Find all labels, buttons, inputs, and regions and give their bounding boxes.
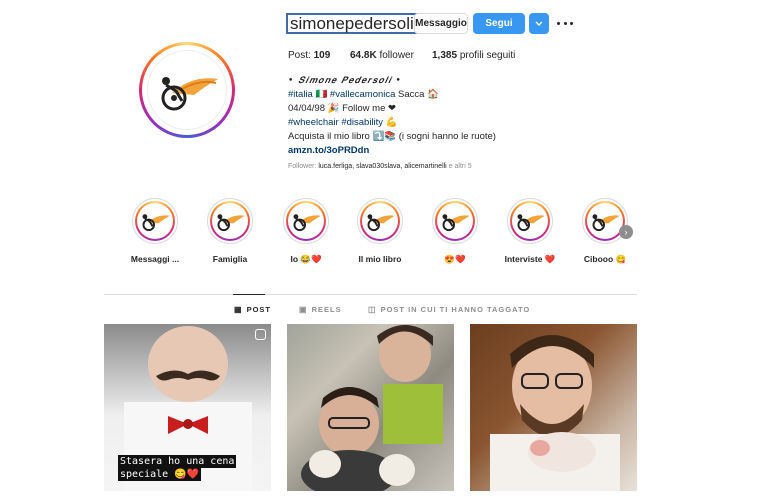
tagged-icon: ◫ xyxy=(368,305,377,314)
reel-icon xyxy=(255,329,266,340)
active-tab-indicator xyxy=(233,294,265,295)
post-thumbnail[interactable] xyxy=(287,324,454,491)
wheelchair-logo-icon xyxy=(442,214,470,232)
grid-icon: ▦ xyxy=(234,305,243,314)
tab-reels[interactable]: ▣ REELS xyxy=(299,305,342,314)
story-highlights: Messaggi ... Famiglia Io 😂❤️ Il mio libro 😍❤… xyxy=(120,198,640,270)
bio-location: Sacca 🏠 xyxy=(395,89,439,100)
highlight-label: Io 😂❤️ xyxy=(290,254,322,264)
wheelchair-logo-icon xyxy=(161,77,218,111)
post-caption: Stasera ho una cena speciale 😋❤️ xyxy=(118,455,237,481)
highlight-label: Interviste ❤️ xyxy=(504,254,556,264)
chevron-down-icon xyxy=(535,21,543,26)
post-thumbnail[interactable] xyxy=(470,324,637,491)
bio-hashtags-2[interactable]: #wheelchair #disability 💪 xyxy=(288,116,496,130)
followed-by[interactable]: Follower: luca.ferliga, slava030slava, a… xyxy=(288,163,472,170)
wheelchair-logo-icon xyxy=(592,214,620,232)
more-options-icon[interactable] xyxy=(557,16,573,30)
tabs-divider xyxy=(104,294,637,295)
post-photo xyxy=(301,325,443,491)
profile-avatar[interactable] xyxy=(139,42,235,138)
wheelchair-logo-icon xyxy=(293,214,321,232)
tab-posts[interactable]: ▦ POST xyxy=(234,305,271,314)
bio-hashtags[interactable]: #italia 🇮🇹 #vallecamonica xyxy=(288,89,395,100)
message-button[interactable]: Messaggio xyxy=(414,13,468,34)
highlight-label: Il mio libro xyxy=(358,254,402,264)
highlight-label: Cibooo 😋 xyxy=(583,254,627,264)
highlight-label: Messaggi ... xyxy=(130,254,180,264)
highlight-item[interactable]: Il mio libro xyxy=(345,198,415,264)
bio-birthday: 04/04/98 🎉 Follow me ❤ xyxy=(288,103,396,114)
profile-bio: • 𝑺𝒊𝒎𝒐𝒏𝒆 𝑷𝒆𝒅𝒆𝒓𝒔𝒐𝒍𝒊 • #italia 🇮🇹 #valleca… xyxy=(288,74,496,158)
reels-icon: ▣ xyxy=(299,305,308,314)
highlight-item[interactable]: Famiglia xyxy=(195,198,265,264)
followers-count[interactable]: 64.8K follower xyxy=(350,50,414,61)
display-name: • 𝑺𝒊𝒎𝒐𝒏𝒆 𝑷𝒆𝒅𝒆𝒓𝒔𝒐𝒍𝒊 • xyxy=(288,76,402,86)
highlight-label: 😍❤️ xyxy=(444,254,466,264)
username: simonepedersoli xyxy=(286,13,418,34)
wheelchair-logo-icon xyxy=(517,214,545,232)
suggested-dropdown-button[interactable] xyxy=(529,13,549,34)
wheelchair-logo-icon xyxy=(217,214,245,232)
bio-book: Acquista il mio libro ⤵️📚 (i sogni hanno… xyxy=(288,131,496,142)
chevron-right-icon[interactable]: › xyxy=(619,225,633,239)
highlight-label: Famiglia xyxy=(212,254,248,264)
post-photo xyxy=(490,335,620,491)
posts-count: Post: 109 xyxy=(288,50,331,61)
highlight-item[interactable]: 😍❤️ xyxy=(420,198,490,265)
highlight-item[interactable]: Interviste ❤️ xyxy=(495,198,565,265)
follow-button[interactable]: Segui xyxy=(473,13,525,34)
post-thumbnail[interactable]: Stasera ho una cena speciale 😋❤️ xyxy=(104,324,271,491)
wheelchair-logo-icon xyxy=(367,214,395,232)
following-count[interactable]: 1,385 profili seguiti xyxy=(432,50,515,61)
highlight-item[interactable]: Io 😂❤️ xyxy=(271,198,341,265)
bio-link[interactable]: amzn.to/3oPRDdn xyxy=(288,144,496,158)
wheelchair-logo-icon xyxy=(142,214,170,232)
highlight-item[interactable]: Messaggi ... xyxy=(120,198,190,264)
tab-tagged[interactable]: ◫ POST IN CUI TI HANNO TAGGATO xyxy=(368,305,530,314)
